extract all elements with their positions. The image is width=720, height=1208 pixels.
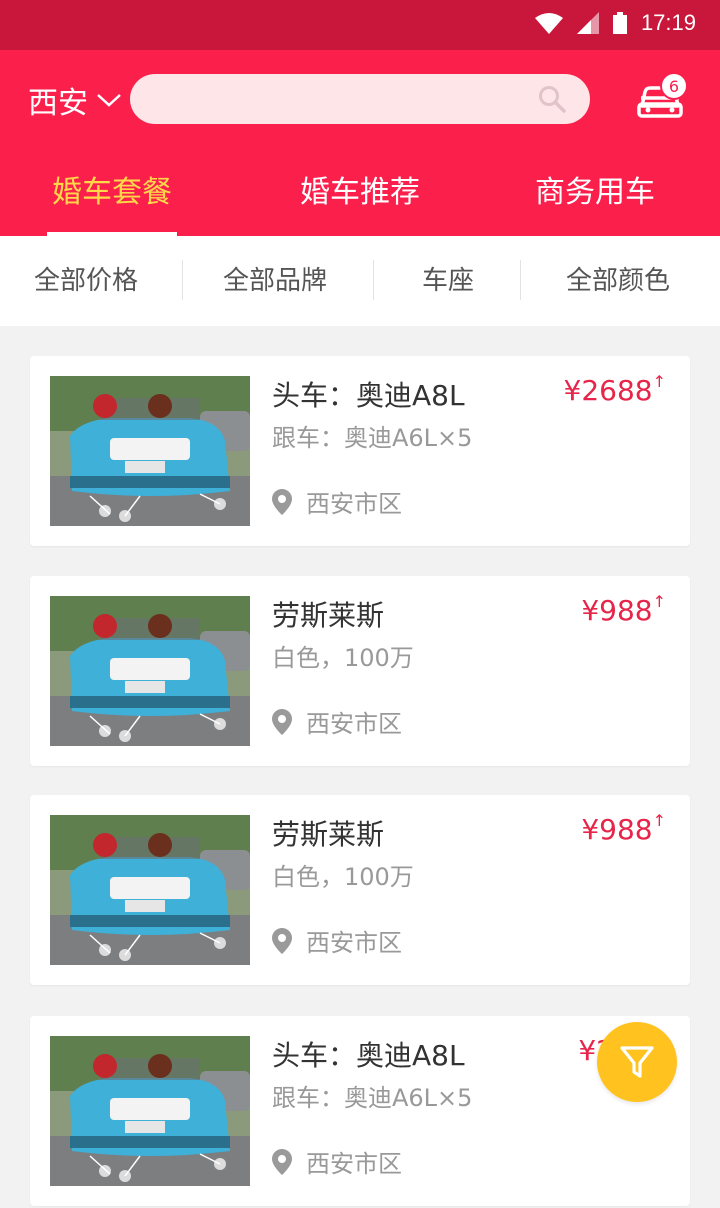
car-photo	[50, 596, 250, 746]
listing-location: 西安市区	[272, 1144, 402, 1179]
price-value: ¥988	[581, 594, 653, 627]
divider	[520, 260, 521, 300]
funnel-filter-icon	[620, 1046, 654, 1078]
listing-card[interactable]: 劳斯莱斯 白色，100万 西安市区 ¥988↑	[30, 576, 690, 766]
listing-card[interactable]: 头车：奥迪A8L 跟车：奥迪A6L×5 西安市区 ¥2	[30, 1016, 690, 1206]
listing-price: ¥988↑	[581, 811, 666, 846]
search-input[interactable]	[130, 74, 590, 124]
cart-count-badge: 6	[660, 72, 688, 100]
tab-business-car[interactable]: 商务用车	[530, 170, 660, 236]
listing-card[interactable]: 劳斯莱斯 白色，100万 西安市区 ¥988↑	[30, 795, 690, 985]
car-photo	[50, 815, 250, 965]
city-label: 西安	[28, 86, 88, 121]
location-label: 西安市区	[306, 1150, 402, 1178]
listing-price: ¥988↑	[581, 592, 666, 627]
tab-label: 商务用车	[535, 175, 655, 210]
battery-icon	[612, 12, 627, 34]
tab-wedding-recommend[interactable]: 婚车推荐	[295, 170, 425, 236]
category-tabs: 婚车套餐 婚车推荐 商务用车	[0, 170, 720, 236]
listing-subtitle: 白色，100万	[272, 644, 414, 672]
listing-subtitle: 白色，100万	[272, 863, 414, 891]
price-value: ¥988	[581, 813, 653, 846]
listing-title: 头车：奥迪A8L	[272, 379, 465, 412]
listing-subtitle: 跟车：奥迪A6L×5	[272, 1084, 473, 1112]
app-header: 西安 6 婚车套餐 婚车推荐 商务用车	[0, 50, 720, 236]
listing-location: 西安市区	[272, 923, 402, 958]
listing-title: 头车：奥迪A8L	[272, 1039, 465, 1072]
cell-signal-icon	[576, 12, 599, 34]
filter-bar: 全部价格 全部品牌 车座 全部颜色	[0, 236, 720, 326]
filter-seats[interactable]: 车座	[380, 236, 516, 326]
tab-wedding-package[interactable]: 婚车套餐	[47, 170, 177, 236]
location-label: 西安市区	[306, 490, 402, 518]
status-time: 17:19	[640, 10, 696, 35]
filter-price[interactable]: 全部价格	[0, 236, 172, 326]
wifi-icon	[534, 13, 563, 34]
price-up-arrow-icon: ↑	[652, 592, 666, 611]
location-pin-icon	[272, 1148, 292, 1175]
listing-title: 劳斯莱斯	[272, 818, 385, 851]
price-value: ¥2688	[563, 374, 653, 407]
chevron-down-icon	[97, 94, 121, 107]
price-up-arrow-icon: ↑	[652, 372, 666, 391]
listing-subtitle: 跟车：奥迪A6L×5	[272, 424, 473, 452]
tab-label: 婚车推荐	[300, 175, 420, 210]
search-icon[interactable]	[538, 85, 566, 113]
car-photo	[50, 1036, 250, 1186]
filter-color[interactable]: 全部颜色	[528, 236, 708, 326]
location-pin-icon	[272, 927, 292, 954]
tab-label: 婚车套餐	[52, 175, 172, 210]
listing-price: ¥2688↑	[563, 372, 666, 407]
listing-location: 西安市区	[272, 704, 402, 739]
location-label: 西安市区	[306, 710, 402, 738]
location-pin-icon	[272, 708, 292, 735]
divider	[373, 260, 374, 300]
listing-title: 劳斯莱斯	[272, 599, 385, 632]
status-bar: 17:19	[0, 0, 720, 50]
car-photo	[50, 376, 250, 526]
location-pin-icon	[272, 488, 292, 515]
filter-fab-button[interactable]	[597, 1022, 677, 1102]
listing-location: 西安市区	[272, 484, 402, 519]
city-selector[interactable]: 西安	[28, 78, 122, 122]
divider	[182, 260, 183, 300]
filter-brand[interactable]: 全部品牌	[190, 236, 360, 326]
price-up-arrow-icon: ↑	[652, 811, 666, 830]
location-label: 西安市区	[306, 929, 402, 957]
listing-card[interactable]: 头车：奥迪A8L 跟车：奥迪A6L×5 西安市区 ¥2688↑	[30, 356, 690, 546]
